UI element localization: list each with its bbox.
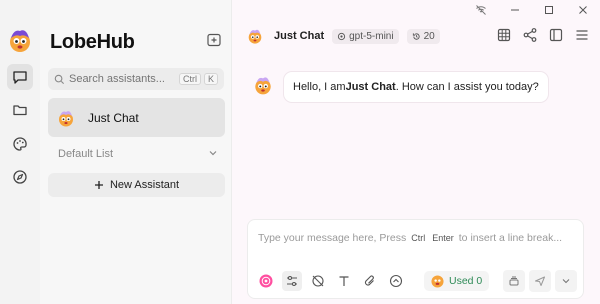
avatar[interactable]: [6, 26, 34, 54]
stack-icon: [509, 276, 519, 286]
text-format-button[interactable]: [334, 271, 354, 291]
folder-icon: [13, 105, 27, 116]
files-nav-button[interactable]: [7, 97, 33, 123]
maximize-icon: [545, 6, 553, 14]
layout-grid-icon[interactable]: [496, 27, 512, 43]
kbd-enter: Enter: [432, 233, 454, 243]
share-icon[interactable]: [522, 27, 538, 43]
history-icon: [412, 32, 420, 40]
token-usage-badge[interactable]: Used 0: [424, 271, 490, 291]
send-button[interactable]: [529, 270, 551, 292]
history-tag[interactable]: 20: [406, 28, 440, 44]
minimize-icon: [511, 9, 519, 11]
search-box[interactable]: Ctrl K: [48, 68, 224, 90]
model-icon: [338, 32, 346, 40]
clear-button[interactable]: [503, 270, 525, 292]
new-assistant-label: New Assistant: [109, 179, 180, 191]
maximize-button[interactable]: [532, 0, 566, 20]
plugin-off-icon: [312, 275, 324, 287]
minimize-button[interactable]: [498, 0, 532, 20]
plus-icon: [94, 181, 103, 189]
upload-button[interactable]: [386, 271, 406, 291]
send-options-button[interactable]: [555, 270, 577, 292]
header-actions: [496, 27, 590, 43]
chat-item-just-chat[interactable]: Just Chat: [48, 98, 225, 137]
assistant-message: Hello, I am Just Chat . How can I assist…: [284, 72, 548, 102]
chat-item-label: Just Chat: [88, 110, 139, 125]
message-avatar-icon[interactable]: [252, 74, 274, 96]
kbd-k: K: [203, 73, 218, 85]
send-controls: [503, 270, 577, 292]
chat-title: Just Chat: [274, 30, 325, 42]
sidebar: LobeHub Ctrl K Just Chat Default List Ne…: [40, 0, 232, 304]
panel-toggle-icon[interactable]: [548, 27, 564, 43]
text-icon: [339, 276, 349, 286]
assistant-avatar-icon: [59, 110, 73, 126]
chat-nav-button[interactable]: [7, 64, 33, 90]
new-assistant-button[interactable]: New Assistant: [48, 173, 225, 197]
search-icon: [54, 74, 64, 84]
list-title: Default List: [58, 148, 114, 160]
message-prefix: Hello, I am: [293, 81, 346, 93]
chevron-down-icon: [562, 279, 570, 284]
message-name: Just Chat: [345, 81, 396, 93]
placeholder-end: to insert a line break...: [458, 232, 563, 244]
model-name: gpt-5-mini: [349, 30, 394, 42]
settings-button[interactable]: [282, 271, 302, 291]
network-off-button[interactable]: [464, 0, 498, 20]
window-controls: [464, 0, 600, 20]
nav-rail: [0, 0, 40, 304]
search-input[interactable]: [68, 73, 179, 85]
discover-nav-button[interactable]: [7, 131, 33, 157]
close-icon: [579, 6, 587, 14]
chat-icon: [13, 71, 27, 84]
usage-label: Used 0: [449, 275, 483, 287]
default-list-header[interactable]: Default List: [58, 148, 218, 160]
brand-title: LobeHub: [50, 31, 135, 53]
kbd-ctrl: Ctrl: [411, 233, 426, 243]
placeholder-start: Type your message here, Press: [258, 232, 407, 244]
assistant-avatar-icon[interactable]: [246, 27, 264, 45]
history-count: 20: [423, 30, 435, 42]
kbd-ctrl: Ctrl: [178, 73, 201, 85]
attach-button[interactable]: [360, 271, 380, 291]
composer-toolbar: Used 0: [256, 271, 490, 291]
palette-icon: [13, 137, 27, 151]
close-button[interactable]: [566, 0, 600, 20]
wifi-off-icon: [476, 5, 486, 15]
arrow-up-circle-icon: [389, 274, 403, 288]
paperclip-icon: [364, 275, 374, 286]
model-select-button[interactable]: [256, 271, 276, 291]
message-suffix: . How can I assist you today?: [395, 81, 539, 93]
sliders-icon: [287, 275, 297, 287]
send-icon: [535, 276, 545, 286]
menu-icon[interactable]: [574, 27, 590, 43]
usage-emoji-icon: [431, 274, 444, 288]
plugin-button[interactable]: [308, 271, 328, 291]
search-shortcut: Ctrl K: [178, 73, 218, 85]
chat-main: Just Chat gpt-5-mini 20 Hello, I am Just…: [232, 0, 600, 304]
new-chat-icon[interactable]: [206, 32, 222, 48]
model-brain-icon: [259, 274, 273, 288]
message-composer[interactable]: Type your message here, Press Ctrl Enter…: [247, 219, 584, 299]
chevron-down-icon: [209, 151, 217, 156]
compass-icon: [13, 170, 27, 184]
composer-placeholder[interactable]: Type your message here, Press Ctrl Enter…: [258, 232, 562, 244]
model-tag[interactable]: gpt-5-mini: [332, 28, 399, 44]
explore-nav-button[interactable]: [7, 164, 33, 190]
